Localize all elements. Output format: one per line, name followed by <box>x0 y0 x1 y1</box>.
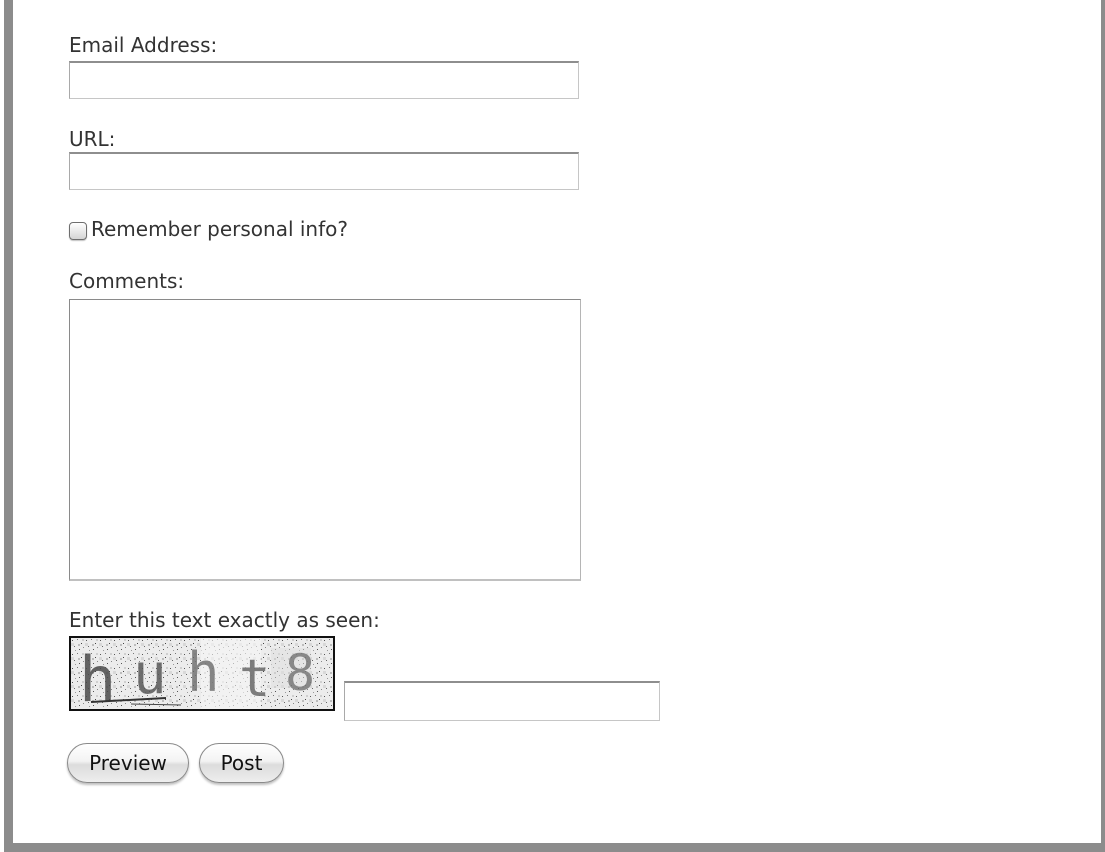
panel-border-right <box>1101 0 1105 852</box>
captcha-image: h u h t 8 <box>69 636 335 711</box>
comment-form-panel: Email Address: URL: Remember personal in… <box>0 0 1105 852</box>
captcha-char: h <box>187 641 220 704</box>
url-label: URL: <box>69 127 116 151</box>
preview-button[interactable]: Preview <box>67 743 189 783</box>
captcha-char: t <box>239 649 270 709</box>
captcha-svg: h u h t 8 <box>71 638 333 709</box>
remember-row: Remember personal info? <box>68 216 348 242</box>
captcha-char: 8 <box>285 644 315 702</box>
comments-textarea[interactable] <box>69 299 581 581</box>
url-field[interactable] <box>69 152 579 190</box>
post-button[interactable]: Post <box>199 743 284 783</box>
comments-label: Comments: <box>69 269 185 293</box>
captcha-char: h <box>79 643 116 709</box>
panel-border-left <box>4 0 13 852</box>
captcha-input[interactable] <box>344 681 660 721</box>
panel-border-bottom <box>4 843 1105 852</box>
email-field[interactable] <box>69 61 579 99</box>
remember-checkbox[interactable] <box>69 221 87 240</box>
remember-label: Remember personal info? <box>91 217 349 241</box>
email-label: Email Address: <box>69 33 218 57</box>
captcha-label: Enter this text exactly as seen: <box>69 608 380 632</box>
